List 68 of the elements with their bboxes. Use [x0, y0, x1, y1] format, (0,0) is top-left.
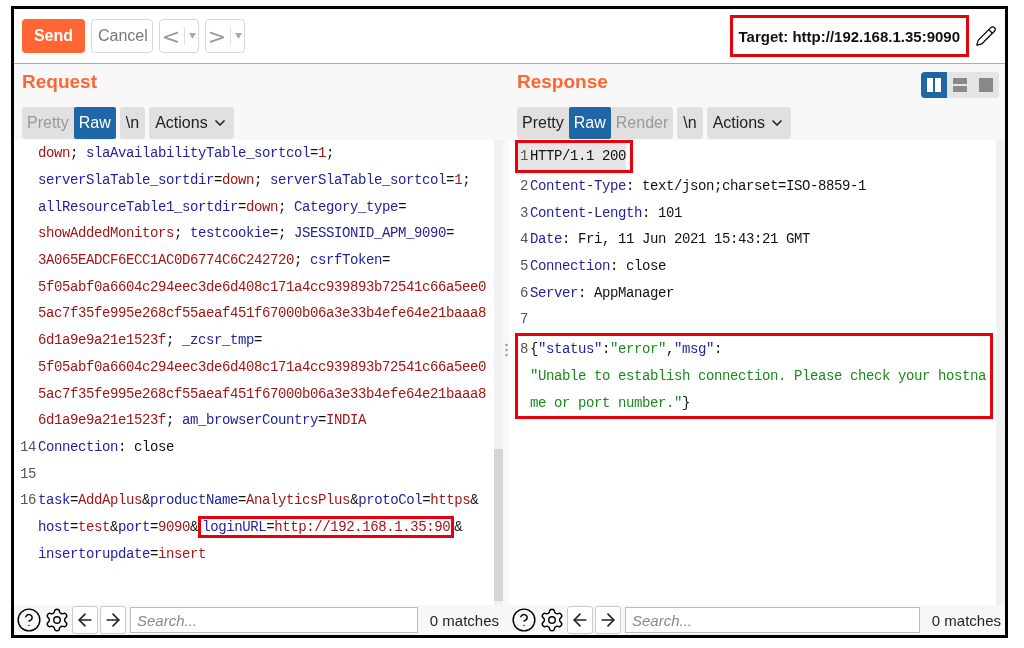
code-line: Connection: close [38, 438, 175, 455]
code-line: "Unable to establish connection. Please check your hostna [530, 367, 987, 384]
layout-toggle-button[interactable] [921, 72, 947, 98]
code-line: Date: Fri, 11 Jun 2021 15:43:21 GMT [530, 231, 811, 248]
actions-dropdown[interactable]: Actions [149, 107, 234, 139]
newline-toggle-button[interactable]: \n [119, 107, 146, 139]
help-icon[interactable] [16, 607, 42, 633]
scrollbar[interactable] [996, 140, 1005, 605]
code-line: Content-Length: 101 [530, 204, 683, 221]
next-match-button[interactable] [595, 606, 621, 634]
previous-match-button[interactable] [567, 606, 593, 634]
split-rows-icon [953, 78, 967, 92]
line-number: 2 [519, 178, 529, 195]
next-match-button[interactable] [100, 606, 126, 634]
code-line: down; slaAvailabilityTable_sortcol=1; [38, 145, 335, 162]
line-number: 8 [519, 341, 529, 358]
code-line: 3A065EADCF6ECC1AC0D6774C6C242720; csrfToken= [38, 252, 391, 269]
code-line: HTTP/1.1 200 [530, 148, 627, 165]
actions-dropdown[interactable]: Actions [706, 107, 792, 139]
code-line: 6d1a9e9a21e1523f; am_browserCountry=INDIA [38, 412, 367, 429]
match-count: 0 matches [428, 611, 499, 629]
view-tab[interactable]: Raw [568, 107, 611, 139]
line-number: 5 [519, 258, 529, 275]
code-line: Server: AppManager [530, 284, 675, 301]
code-line: host=test&port=9090& loginURL=http://192.168.1.35:90 & [38, 518, 463, 535]
search-field[interactable]: Search... [130, 607, 418, 633]
pencil-icon[interactable] [975, 25, 997, 47]
code-line: task=AddAplus&productName=AnalyticsPlus&protoCol=https& [38, 492, 479, 509]
view-tab[interactable]: Pretty [517, 107, 569, 139]
settings-icon[interactable] [44, 607, 70, 633]
pane-title: Request [22, 71, 97, 93]
caret-down-icon [189, 33, 197, 39]
target-label[interactable]: Target: http://192.168.1.35:9090 [738, 27, 960, 45]
view-tab[interactable]: Raw [73, 107, 116, 139]
cancel-button[interactable]: Cancel [91, 19, 153, 53]
code-line: showAddedMonitors; testcookie=; JSESSIONID_APM_9090= [38, 225, 455, 242]
line-number: 15 [19, 465, 37, 482]
code-line: 5f05abf0a6604c294eec3de6d408c171a4cc939893b72541c66a5ee0 [38, 358, 487, 375]
search-field[interactable]: Search... [625, 607, 920, 633]
code-line: serverSlaTable_sortdir=down; serverSlaTable_sortcol=1; [38, 172, 471, 189]
code-line: me or port number."} [530, 394, 691, 411]
code-line: Connection: close [530, 258, 667, 275]
scrollbar[interactable] [494, 140, 503, 605]
match-count: 0 matches [930, 611, 1001, 629]
pane-title: Response [517, 71, 608, 93]
newline-toggle-button[interactable]: \n [677, 107, 703, 139]
line-number: 6 [519, 284, 529, 301]
line-number: 14 [19, 438, 37, 455]
line-number: 1 [519, 148, 529, 165]
line-number: 3 [519, 204, 529, 221]
code-line: allResourceTable1_sortdir=down; Category_type= [38, 198, 407, 215]
drag-handle-icon[interactable] [504, 342, 508, 357]
settings-icon[interactable] [539, 607, 565, 633]
code-line: 6d1a9e9a21e1523f; _zcsr_tmp= [38, 332, 263, 349]
code-line: Content-Type: text/json;charset=ISO-8859-1 [530, 178, 867, 195]
code-line: {"status":"error","msg": [530, 341, 723, 358]
line-number: 4 [519, 231, 529, 248]
code-line: 5ac7f35fe995e268cf55aeaf451f67000b06a3e33b4efe64e21baaa8 [38, 305, 487, 322]
help-icon[interactable] [511, 607, 537, 633]
previous-match-button[interactable] [72, 606, 98, 634]
split-columns-icon [927, 78, 941, 92]
code-line: 5f05abf0a6604c294eec3de6d408c171a4cc939893b72541c66a5ee0 [38, 278, 487, 295]
line-number: 16 [19, 492, 37, 509]
single-pane-icon [979, 78, 993, 92]
line-number: 7 [519, 311, 529, 328]
code-line: 5ac7f35fe995e268cf55aeaf451f67000b06a3e33b4efe64e21baaa8 [38, 385, 487, 402]
code-line: insertorupdate=insert [38, 545, 207, 562]
caret-down-icon [235, 33, 243, 39]
